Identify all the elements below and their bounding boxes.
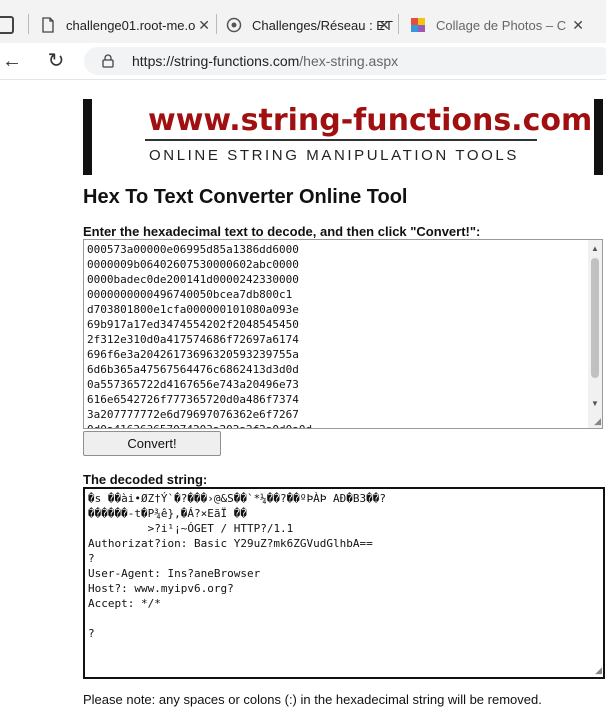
close-icon[interactable]: ✕ <box>378 17 390 34</box>
decoded-output-text: �s ��ài•ØZ†Ý`�?���›@&S��`*¼��?��ºÞÀÞ… <box>85 489 603 643</box>
decoded-output-textarea[interactable]: �s ��ài•ØZ†Ý`�?���›@&S��`*¼��?��ºÞÀÞ… <box>83 487 605 679</box>
url-field[interactable]: https://string-functions.com/hex-string.… <box>84 47 606 75</box>
tab-title: Challenges/Réseau : ET <box>252 18 393 33</box>
hex-note: Please note: any spaces or colons (:) in… <box>83 692 542 707</box>
tab-title: Collage de Photos – C <box>436 18 566 33</box>
scroll-thumb[interactable] <box>591 258 599 378</box>
logo-divider <box>145 139 537 141</box>
refresh-icon[interactable]: ↻ <box>44 49 68 73</box>
close-icon[interactable]: ✕ <box>198 17 210 34</box>
hex-input-textarea[interactable]: 000573a00000e06995d85a1386dd6000 0000009… <box>83 239 603 429</box>
close-icon[interactable]: ✕ <box>572 17 584 34</box>
convert-button[interactable]: Convert! <box>83 431 221 456</box>
resize-grip-icon[interactable]: ◢ <box>595 665 602 676</box>
scroll-up-icon[interactable]: ▲ <box>591 244 599 253</box>
tab-challenge01[interactable]: challenge01.root-me.o ✕ <box>40 6 216 44</box>
tab-actions-icon[interactable] <box>0 16 14 34</box>
site-banner[interactable]: www.string-functions.com ONLINE STRING M… <box>83 99 603 175</box>
tab-separator <box>28 14 29 34</box>
output-label: The decoded string: <box>83 472 207 487</box>
page-icon <box>40 17 56 33</box>
collage-icon <box>410 17 426 33</box>
tab-collage[interactable]: Collage de Photos – C ✕ <box>410 6 590 44</box>
tab-title: challenge01.root-me.o <box>66 18 195 33</box>
tab-strip: challenge01.root-me.o ✕ Challenges/Résea… <box>0 0 606 47</box>
rootme-icon <box>226 17 242 33</box>
tab-separator <box>216 14 217 34</box>
tab-rootme-challenges[interactable]: Challenges/Réseau : ET ✕ <box>226 6 396 44</box>
scrollbar[interactable]: ▲ ▼ <box>588 240 602 428</box>
hex-input-text: 000573a00000e06995d85a1386dd6000 0000009… <box>84 240 602 429</box>
url-path: /hex-string.aspx <box>299 53 398 69</box>
page-title: Hex To Text Converter Online Tool <box>83 186 407 209</box>
banner-left-bar <box>83 99 92 175</box>
resize-grip-icon[interactable]: ◢ <box>594 416 601 427</box>
back-icon[interactable]: ← <box>0 49 24 73</box>
address-bar: ← ↻ https://string-functions.com/hex-str… <box>0 43 606 80</box>
tab-separator <box>398 14 399 34</box>
site-tagline: ONLINE STRING MANIPULATION TOOLS <box>149 147 519 164</box>
lock-icon[interactable] <box>102 54 114 68</box>
site-logo: www.string-functions.com <box>148 103 592 138</box>
input-label: Enter the hexadecimal text to decode, an… <box>83 224 480 239</box>
banner-right-bar <box>594 99 603 175</box>
url-text: https://string-functions.com/hex-string.… <box>132 53 398 69</box>
scroll-down-icon[interactable]: ▼ <box>591 399 599 408</box>
url-host: https://string-functions.com <box>132 53 299 69</box>
